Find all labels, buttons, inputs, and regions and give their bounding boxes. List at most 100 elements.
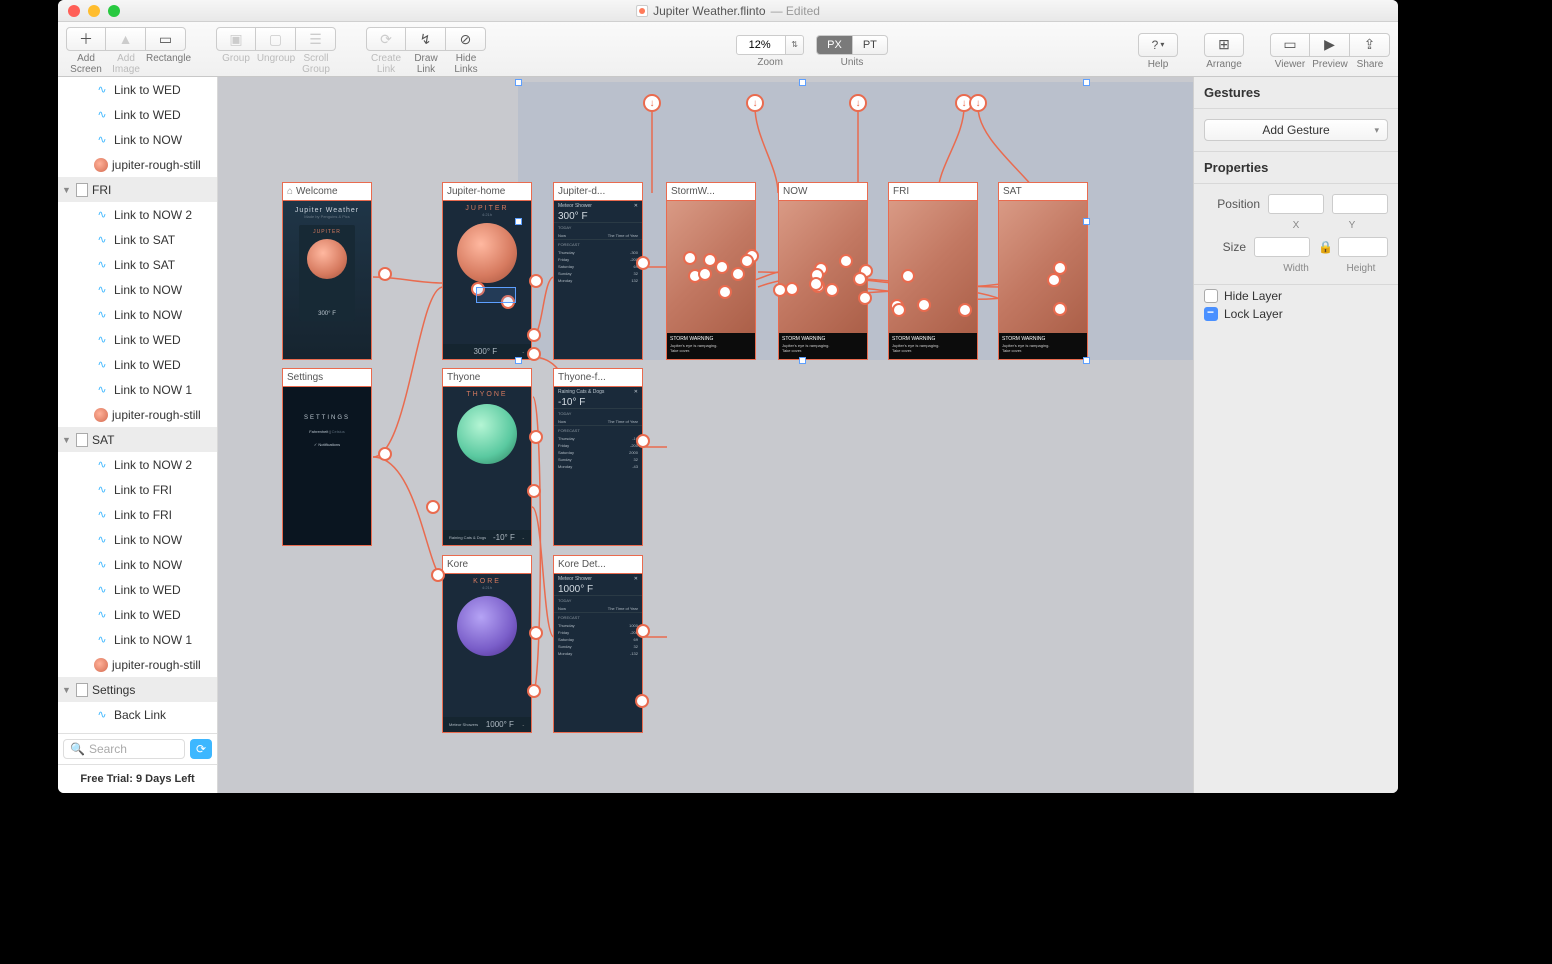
- link-node[interactable]: [527, 684, 541, 698]
- layer-row[interactable]: ∿Link to SAT: [58, 252, 217, 277]
- layer-row[interactable]: ∿Link to WED: [58, 352, 217, 377]
- layer-row[interactable]: ∿Link to SAT: [58, 227, 217, 252]
- arrow-node[interactable]: ↓: [849, 94, 867, 112]
- link-node[interactable]: [858, 291, 872, 305]
- selection-box[interactable]: [476, 287, 516, 303]
- add-image-button[interactable]: ▲: [106, 27, 146, 51]
- disclosure-icon[interactable]: ▼: [62, 685, 72, 695]
- canvas[interactable]: ⌂WelcomeJupiter WeatherMade by Penguins …: [218, 77, 1193, 793]
- link-node[interactable]: [431, 568, 445, 582]
- zoom-button[interactable]: [108, 5, 120, 17]
- selection-handle[interactable]: [1083, 357, 1090, 364]
- artboard-title[interactable]: Thyone: [442, 368, 532, 386]
- link-node[interactable]: [958, 303, 972, 317]
- disclosure-icon[interactable]: ▼: [62, 435, 72, 445]
- artboard-title[interactable]: Jupiter-d...: [553, 182, 643, 200]
- link-node[interactable]: [527, 347, 541, 361]
- layer-row[interactable]: ∿Link to NOW 1: [58, 377, 217, 402]
- layer-row[interactable]: ∿Link to NOW 1: [58, 627, 217, 652]
- artboard-koredet[interactable]: Kore Det...Meteor Shower✕1000° FTODAYNow…: [553, 555, 643, 733]
- layer-group-row[interactable]: ▼FRI: [58, 177, 217, 202]
- layer-group-row[interactable]: ▼Settings: [58, 677, 217, 702]
- hide-layer-checkbox[interactable]: [1204, 289, 1218, 303]
- group-button[interactable]: ▣: [216, 27, 256, 51]
- layer-row[interactable]: ∿Link to NOW: [58, 527, 217, 552]
- size-height-input[interactable]: [1338, 237, 1388, 257]
- hide-links-button[interactable]: ⊘: [446, 27, 486, 51]
- artboard-title[interactable]: Settings: [282, 368, 372, 386]
- selection-handle[interactable]: [515, 357, 522, 364]
- link-node[interactable]: [809, 277, 823, 291]
- add-gesture-button[interactable]: Add Gesture: [1204, 119, 1388, 141]
- titlebar[interactable]: Jupiter Weather.flinto — Edited: [58, 0, 1398, 22]
- units-pt-button[interactable]: PT: [853, 35, 888, 55]
- link-node[interactable]: [529, 274, 543, 288]
- link-node[interactable]: [785, 282, 799, 296]
- lock-layer-checkbox[interactable]: [1204, 307, 1218, 321]
- link-node[interactable]: [529, 626, 543, 640]
- link-node[interactable]: [853, 272, 867, 286]
- ungroup-button[interactable]: ▢: [256, 27, 296, 51]
- selection-handle[interactable]: [1083, 79, 1090, 86]
- artboard-title[interactable]: FRI: [888, 182, 978, 200]
- search-input[interactable]: 🔍 Search: [63, 739, 185, 759]
- zoom-input[interactable]: [736, 35, 786, 55]
- arrow-node[interactable]: ↓: [746, 94, 764, 112]
- layer-row[interactable]: ∿Back Link: [58, 702, 217, 727]
- layer-row[interactable]: ∿Link to NOW 2: [58, 202, 217, 227]
- layer-row[interactable]: ∿Link to NOW: [58, 127, 217, 152]
- lock-aspect-icon[interactable]: 🔒: [1318, 240, 1330, 254]
- preview-button[interactable]: ▶: [1310, 33, 1350, 57]
- link-node[interactable]: [698, 267, 712, 281]
- layer-row[interactable]: ∿Link to NOW 2: [58, 452, 217, 477]
- arrange-button[interactable]: ⊞: [1204, 33, 1244, 57]
- layer-row[interactable]: jupiter-rough-still: [58, 152, 217, 177]
- artboard-title[interactable]: StormW...: [666, 182, 756, 200]
- link-node[interactable]: [378, 447, 392, 461]
- layer-row[interactable]: ∿Link to FRI: [58, 502, 217, 527]
- link-node[interactable]: [636, 434, 650, 448]
- layer-row[interactable]: ∿Link to WED: [58, 102, 217, 127]
- layer-row[interactable]: jupiter-rough-still: [58, 652, 217, 677]
- link-node[interactable]: [740, 254, 754, 268]
- link-node[interactable]: [839, 254, 853, 268]
- link-node[interactable]: [378, 267, 392, 281]
- artboard-sat[interactable]: SATSTORM WARNINGJupiter's eye is rampagi…: [998, 182, 1088, 360]
- link-node[interactable]: [917, 298, 931, 312]
- link-node[interactable]: [636, 624, 650, 638]
- layer-row[interactable]: ∿Link to NOW: [58, 302, 217, 327]
- link-node[interactable]: [426, 500, 440, 514]
- link-node[interactable]: [825, 283, 839, 297]
- arrow-node[interactable]: ↓: [969, 94, 987, 112]
- selection-handle[interactable]: [515, 218, 522, 225]
- rectangle-button[interactable]: ▭: [146, 27, 186, 51]
- position-x-input[interactable]: [1268, 194, 1324, 214]
- help-button[interactable]: ? ▾: [1138, 33, 1178, 57]
- selection-handle[interactable]: [799, 357, 806, 364]
- artboard-thyf[interactable]: Thyone-f...Raining Cats & Dogs✕-10° FTOD…: [553, 368, 643, 546]
- draw-link-button[interactable]: ↯: [406, 27, 446, 51]
- layer-row[interactable]: ∿Link to WED: [58, 77, 217, 102]
- layer-row[interactable]: ∿Link to WED: [58, 577, 217, 602]
- layer-row[interactable]: ∿Link to FRI: [58, 477, 217, 502]
- share-button[interactable]: ⇪: [1350, 33, 1390, 57]
- link-node[interactable]: [635, 694, 649, 708]
- artboard-kore[interactable]: KoreKORE4:21hMeteor Showers1000° F⌄: [442, 555, 532, 733]
- arrow-node[interactable]: ↓: [643, 94, 661, 112]
- artboard-title[interactable]: ⌂Welcome: [282, 182, 372, 200]
- artboard-title[interactable]: Thyone-f...: [553, 368, 643, 386]
- artboard-jdet[interactable]: Jupiter-d...Meteor Shower✕300° FTODAYNow…: [553, 182, 643, 360]
- link-filter-toggle[interactable]: ⟳: [190, 739, 212, 759]
- size-width-input[interactable]: [1254, 237, 1310, 257]
- artboard-title[interactable]: NOW: [778, 182, 868, 200]
- add-screen-button[interactable]: ＋: [66, 27, 106, 51]
- selection-handle[interactable]: [1083, 218, 1090, 225]
- create-link-button[interactable]: ⟳: [366, 27, 406, 51]
- zoom-stepper[interactable]: ⇅: [786, 35, 804, 55]
- close-button[interactable]: [68, 5, 80, 17]
- artboard-title[interactable]: Kore Det...: [553, 555, 643, 573]
- link-node[interactable]: [703, 253, 717, 267]
- artboard-settings[interactable]: SettingsSETTINGSFahrenheit | Celsius✓ No…: [282, 368, 372, 546]
- link-node[interactable]: [527, 484, 541, 498]
- viewer-button[interactable]: ▭: [1270, 33, 1310, 57]
